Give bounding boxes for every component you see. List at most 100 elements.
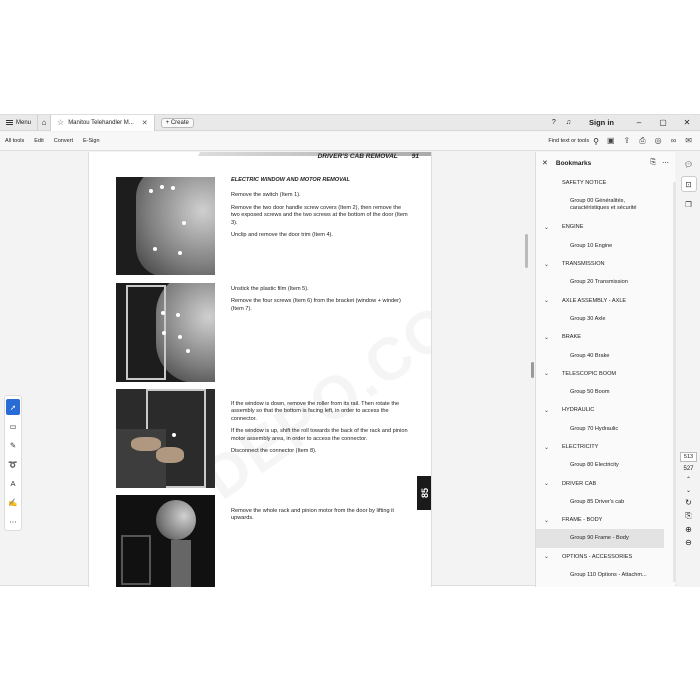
chevron-down-icon[interactable]: ⌄ (544, 334, 562, 341)
bookmarks-scrollbar[interactable] (673, 182, 676, 582)
current-page-input[interactable]: 513 (679, 452, 698, 462)
rotate-icon[interactable]: ↻ (685, 498, 692, 507)
bookmark-label: Group 10 Engine (570, 242, 613, 249)
page-up-icon[interactable]: ⌃ (686, 476, 691, 483)
bookmark-item[interactable]: Group 20 Transmission (536, 273, 672, 291)
text-block-2: Unstick the plastic film (Item 5). Remov… (231, 286, 409, 318)
close-tab-icon[interactable]: ✕ (142, 119, 148, 127)
chevron-down-icon[interactable]: ⌄ (544, 553, 562, 560)
step-text: Remove the two door handle screw covers … (231, 204, 408, 226)
pen-icon: ✎ (9, 440, 17, 450)
bookmark-section[interactable]: ⌄ ENGINE (536, 218, 672, 236)
step-text: If the window is up, shift the roll towa… (231, 428, 408, 442)
bookmark-label: DRIVER CAB (562, 480, 597, 487)
bookmark-section[interactable]: ⌄ HYDRAULIC (536, 401, 672, 419)
more-tools-button[interactable]: ⋯ (6, 513, 20, 529)
bookmark-item[interactable]: Group 110 Options - Attachm... (536, 566, 672, 584)
bookmark-item[interactable]: Group 50 Boom (536, 383, 672, 401)
sign-tool-button[interactable]: ✍ (6, 494, 20, 510)
splitter-handle[interactable] (531, 362, 534, 378)
page-down-icon[interactable]: ⌄ (686, 487, 691, 494)
minimize-icon[interactable]: – (632, 118, 646, 127)
document-scrollbar[interactable] (525, 152, 529, 587)
bookmark-label: Group 30 Axle (570, 315, 606, 322)
bookmark-section[interactable]: ⌄ FRAME - BODY (536, 511, 672, 529)
zoom-out-icon[interactable]: ⊖ (685, 538, 692, 547)
scrollbar-thumb[interactable] (525, 234, 528, 268)
bookmark-label: HYDRAULIC (562, 407, 595, 414)
bookmark-item[interactable]: Group 90 Frame - Body (536, 529, 664, 548)
menu-button[interactable]: Menu (0, 115, 37, 131)
bookmark-section[interactable]: SAFETY NOTICE (536, 174, 672, 192)
bookmark-item[interactable]: Group 30 Axle (536, 310, 672, 328)
close-window-icon[interactable]: ✕ (680, 118, 694, 127)
photo-door-bracket (116, 283, 215, 382)
bookmark-item[interactable]: Group 70 Hydraulic (536, 420, 672, 438)
bookmark-section[interactable]: ⌄ AXLE ASSEMBLY - AXLE (536, 291, 672, 309)
menu-all-tools[interactable]: All tools (0, 138, 29, 144)
comments-panel-button[interactable]: 💬︎ (681, 156, 697, 172)
bookmark-section[interactable]: ⌄ TELESCOPIC BOOM (536, 365, 672, 383)
print-icon[interactable]: ⎙ (639, 136, 645, 146)
bookmark-label: Group 85 Driver's cab (570, 498, 625, 505)
bookmark-item[interactable]: Group 10 Engine (536, 237, 672, 255)
star-icon[interactable]: ☆ (57, 118, 64, 127)
bookmark-label: Group 00 Généralités, caractéristiques e… (570, 198, 637, 212)
bookmark-label: TRANSMISSION (562, 261, 605, 268)
bookmarks-list: SAFETY NOTICE Group 00 Généralités, carac… (536, 174, 672, 584)
bookmark-add-icon[interactable]: ⎘ (650, 159, 656, 167)
ai-assistant-icon[interactable]: ◎ (655, 136, 662, 146)
draw-tool-button[interactable]: ➰ (6, 456, 20, 472)
bookmark-section[interactable]: ⌄ TRANSMISSION (536, 255, 672, 273)
thumbnails-panel-button[interactable]: ❐ (681, 196, 697, 212)
close-panel-icon[interactable]: ✕ (542, 159, 548, 167)
bookmark-section[interactable]: ⌄ DRIVER CAB (536, 474, 672, 492)
chevron-down-icon[interactable]: ⌄ (544, 444, 562, 451)
text-tool-button[interactable]: A (6, 475, 20, 491)
section-heading: ELECTRIC WINDOW AND MOTOR REMOVAL (231, 177, 350, 183)
menu-esign[interactable]: E-Sign (78, 138, 105, 144)
chevron-down-icon[interactable]: ⌄ (544, 224, 562, 231)
bookmark-label: Group 80 Electricity (570, 462, 619, 469)
upload-icon[interactable]: ⇪ (624, 136, 631, 146)
highlight-tool-button[interactable]: ✎ (6, 437, 20, 453)
chevron-down-icon[interactable]: ⌄ (544, 517, 562, 524)
bookmark-item[interactable]: Group 40 Brake (536, 346, 672, 364)
bookmark-item[interactable]: Group 85 Driver's cab (536, 493, 672, 511)
create-label: Create (170, 119, 189, 126)
home-button[interactable]: ⌂ (37, 114, 52, 131)
pdf-viewer-window: Menu ⌂ ☆ Manitou Telehandler M... ✕ + Cr… (0, 114, 700, 587)
bookmark-item[interactable]: Group 80 Electricity (536, 456, 672, 474)
document-tab[interactable]: ☆ Manitou Telehandler M... ✕ (51, 114, 155, 131)
bookmark-section[interactable]: ⌄ ELECTRICITY (536, 438, 672, 456)
more-options-icon[interactable]: ⋯ (662, 159, 669, 167)
link-icon[interactable]: ∞ (671, 136, 677, 146)
text-block-3: If the window is down, remove the roller… (231, 401, 409, 460)
find-text-button[interactable]: Find text or tools ⚲ (548, 137, 607, 146)
sign-in-button[interactable]: Sign in (589, 118, 614, 127)
notifications-icon[interactable]: ♫ (566, 119, 571, 126)
bookmarks-panel-button[interactable]: ⊡ (680, 176, 697, 192)
zoom-in-icon[interactable]: ⊕ (685, 525, 692, 534)
save-icon[interactable]: ▣ (607, 136, 615, 146)
email-icon[interactable]: ✉ (685, 136, 692, 146)
chevron-down-icon[interactable]: ⌄ (544, 370, 562, 377)
comment-tool-button[interactable]: ▭ (6, 418, 20, 434)
bookmark-item[interactable]: Group 00 Généralités, caractéristiques e… (536, 192, 672, 218)
chevron-down-icon[interactable]: ⌄ (544, 297, 562, 304)
menu-convert[interactable]: Convert (49, 138, 78, 144)
chevron-down-icon[interactable]: ⌄ (544, 480, 562, 487)
create-button[interactable]: + Create (160, 117, 194, 128)
bookmarks-panel: ✕ Bookmarks ⎘ ⋯ SAFETY NOTICE Group 00 Gé… (535, 152, 676, 587)
bookmark-section[interactable]: ⌄ OPTIONS - ACCESSORIES (536, 548, 672, 566)
page-header: DRIVER'S CAB REMOVAL 91 (318, 153, 419, 160)
chevron-down-icon[interactable]: ⌄ (544, 407, 562, 414)
select-tool-button[interactable]: ➚ (6, 399, 20, 415)
maximize-icon[interactable]: ▢ (656, 118, 670, 127)
help-icon[interactable]: ? (552, 119, 556, 126)
bookmark-label: Group 50 Boom (570, 389, 610, 396)
chevron-down-icon[interactable]: ⌄ (544, 261, 562, 268)
extract-icon[interactable]: ⎘ (685, 511, 691, 521)
bookmark-section[interactable]: ⌄ BRAKE (536, 328, 672, 346)
menu-edit[interactable]: Edit (29, 138, 48, 144)
